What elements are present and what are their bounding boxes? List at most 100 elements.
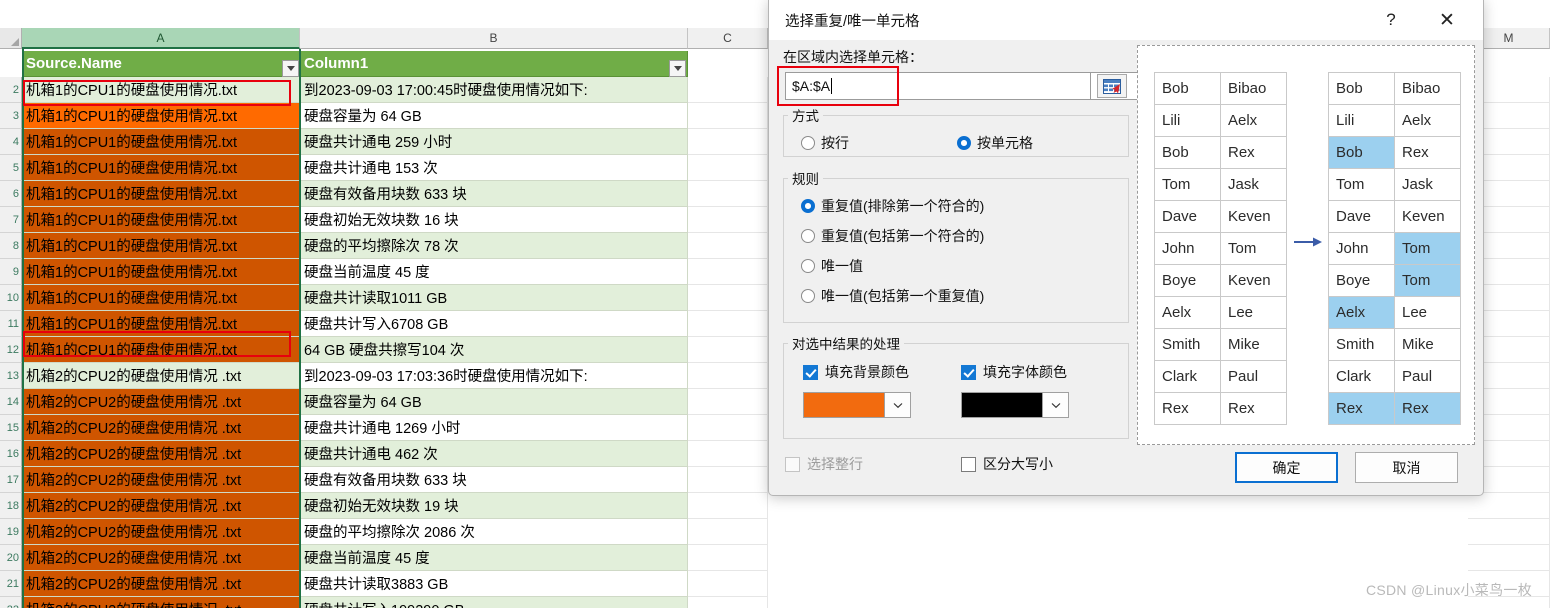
background-color-picker[interactable]: [803, 392, 911, 418]
cell-c5[interactable]: [688, 155, 768, 181]
cell-c20[interactable]: [688, 545, 768, 571]
cell-b13[interactable]: 到2023-09-03 17:03:36时硬盘使用情况如下:: [300, 363, 688, 389]
cell-c4[interactable]: [688, 129, 768, 155]
cell-c15[interactable]: [688, 415, 768, 441]
cell-b5[interactable]: 硬盘共计通电 153 次: [300, 155, 688, 181]
cell-c22[interactable]: [688, 597, 768, 608]
cell-b10[interactable]: 硬盘共计读取1011 GB: [300, 285, 688, 311]
header-cell-column1[interactable]: Column1: [300, 51, 688, 77]
cell-a12[interactable]: 机箱1的CPU1的硬盘使用情况.txt: [22, 337, 300, 363]
row-header-7[interactable]: 7: [0, 207, 22, 233]
cell-c19[interactable]: [688, 519, 768, 545]
row-header-6[interactable]: 6: [0, 181, 22, 207]
row-header-16[interactable]: 16: [0, 441, 22, 467]
row-header-18[interactable]: 18: [0, 493, 22, 519]
cell-c7[interactable]: [688, 207, 768, 233]
row-header-19[interactable]: 19: [0, 519, 22, 545]
column-header-c[interactable]: C: [688, 28, 768, 49]
cell-a6[interactable]: 机箱1的CPU1的硬盘使用情况.txt: [22, 181, 300, 207]
header-cell-source-name[interactable]: Source.Name: [22, 51, 300, 77]
cell-c13[interactable]: [688, 363, 768, 389]
cell-c3[interactable]: [688, 103, 768, 129]
radio-unique-values[interactable]: 唯一值: [801, 256, 863, 276]
filter-button-source-name[interactable]: [282, 60, 299, 77]
select-all-corner[interactable]: [0, 28, 22, 49]
ok-button[interactable]: 确定: [1235, 452, 1338, 483]
cell-b6[interactable]: 硬盘有效备用块数 633 块: [300, 181, 688, 207]
cell-b18[interactable]: 硬盘初始无效块数 19 块: [300, 493, 688, 519]
row-header-17[interactable]: 17: [0, 467, 22, 493]
column-header-a[interactable]: A: [22, 28, 300, 49]
cell-b12[interactable]: 64 GB 硬盘共擦写104 次: [300, 337, 688, 363]
cell-a10[interactable]: 机箱1的CPU1的硬盘使用情况.txt: [22, 285, 300, 311]
close-icon[interactable]: ✕: [1425, 4, 1469, 36]
row-header-21[interactable]: 21: [0, 571, 22, 597]
cell-b16[interactable]: 硬盘共计通电 462 次: [300, 441, 688, 467]
row-header-11[interactable]: 11: [0, 311, 22, 337]
help-icon[interactable]: ?: [1369, 4, 1413, 36]
cell-m20[interactable]: [1468, 545, 1550, 571]
font-color-picker[interactable]: [961, 392, 1069, 418]
cell-a17[interactable]: 机箱2的CPU2的硬盘使用情况 .txt: [22, 467, 300, 493]
cell-a21[interactable]: 机箱2的CPU2的硬盘使用情况 .txt: [22, 571, 300, 597]
row-header-3[interactable]: 3: [0, 103, 22, 129]
cell-b20[interactable]: 硬盘当前温度 45 度: [300, 545, 688, 571]
cell-a20[interactable]: 机箱2的CPU2的硬盘使用情况 .txt: [22, 545, 300, 571]
cell-b21[interactable]: 硬盘共计读取3883 GB: [300, 571, 688, 597]
cell-a18[interactable]: 机箱2的CPU2的硬盘使用情况 .txt: [22, 493, 300, 519]
radio-duplicates-exclude-first[interactable]: 重复值(排除第一个符合的): [801, 196, 984, 216]
cell-a9[interactable]: 机箱1的CPU1的硬盘使用情况.txt: [22, 259, 300, 285]
cell-a22[interactable]: 机箱2的CPU2的硬盘使用情况 .txt: [22, 597, 300, 608]
row-header-8[interactable]: 8: [0, 233, 22, 259]
row-header-15[interactable]: 15: [0, 415, 22, 441]
radio-duplicates-include-first[interactable]: 重复值(包括第一个符合的): [801, 226, 984, 246]
radio-by-cell[interactable]: 按单元格: [957, 133, 1033, 153]
cell-c17[interactable]: [688, 467, 768, 493]
cell-b22[interactable]: 硬盘共计写入199290 GB: [300, 597, 688, 608]
checkbox-fill-background-color[interactable]: 填充背景颜色: [803, 362, 909, 382]
row-header-10[interactable]: 10: [0, 285, 22, 311]
cell-b8[interactable]: 硬盘的平均擦除次 78 次: [300, 233, 688, 259]
chevron-down-icon[interactable]: [1043, 392, 1069, 418]
cell-b11[interactable]: 硬盘共计写入6708 GB: [300, 311, 688, 337]
cell-a4[interactable]: 机箱1的CPU1的硬盘使用情况.txt: [22, 129, 300, 155]
cell-a13[interactable]: 机箱2的CPU2的硬盘使用情况 .txt: [22, 363, 300, 389]
cell-c21[interactable]: [688, 571, 768, 597]
row-header-4[interactable]: 4: [0, 129, 22, 155]
cell-c14[interactable]: [688, 389, 768, 415]
cell-a8[interactable]: 机箱1的CPU1的硬盘使用情况.txt: [22, 233, 300, 259]
cell-c8[interactable]: [688, 233, 768, 259]
cell-a7[interactable]: 机箱1的CPU1的硬盘使用情况.txt: [22, 207, 300, 233]
cell-m19[interactable]: [1468, 519, 1550, 545]
cell-a3[interactable]: 机箱1的CPU1的硬盘使用情况.txt: [22, 103, 300, 129]
cancel-button[interactable]: 取消: [1355, 452, 1458, 483]
cell-c2[interactable]: [688, 77, 768, 103]
cell-b3[interactable]: 硬盘容量为 64 GB: [300, 103, 688, 129]
chevron-down-icon[interactable]: [885, 392, 911, 418]
cell-b17[interactable]: 硬盘有效备用块数 633 块: [300, 467, 688, 493]
select-duplicate-unique-cells-dialog[interactable]: 选择重复/唯一单元格 ? ✕ 在区域内选择单元格： $A:$A 方式 按行 按单…: [768, 0, 1484, 496]
cell-b19[interactable]: 硬盘的平均擦除次 2086 次: [300, 519, 688, 545]
cell-a16[interactable]: 机箱2的CPU2的硬盘使用情况 .txt: [22, 441, 300, 467]
cell-b14[interactable]: 硬盘容量为 64 GB: [300, 389, 688, 415]
cell-b7[interactable]: 硬盘初始无效块数 16 块: [300, 207, 688, 233]
cell-a5[interactable]: 机箱1的CPU1的硬盘使用情况.txt: [22, 155, 300, 181]
cell-c12[interactable]: [688, 337, 768, 363]
checkbox-fill-font-color[interactable]: 填充字体颜色: [961, 362, 1067, 382]
row-header-22[interactable]: 22: [0, 597, 22, 608]
cell-b2[interactable]: 到2023-09-03 17:00:45时硬盘使用情况如下:: [300, 77, 688, 103]
row-header-14[interactable]: 14: [0, 389, 22, 415]
row-header-2[interactable]: 2: [0, 77, 22, 103]
range-picker-icon[interactable]: [1097, 74, 1127, 98]
cell-a15[interactable]: 机箱2的CPU2的硬盘使用情况 .txt: [22, 415, 300, 441]
cell-a19[interactable]: 机箱2的CPU2的硬盘使用情况 .txt: [22, 519, 300, 545]
checkbox-case-sensitive[interactable]: 区分大写小: [961, 454, 1053, 474]
cell-c16[interactable]: [688, 441, 768, 467]
cell-c18[interactable]: [688, 493, 768, 519]
cell-b4[interactable]: 硬盘共计通电 259 小时: [300, 129, 688, 155]
cell-a11[interactable]: 机箱1的CPU1的硬盘使用情况.txt: [22, 311, 300, 337]
row-header-5[interactable]: 5: [0, 155, 22, 181]
column-header-b[interactable]: B: [300, 28, 688, 49]
cell-a14[interactable]: 机箱2的CPU2的硬盘使用情况 .txt: [22, 389, 300, 415]
row-header-13[interactable]: 13: [0, 363, 22, 389]
